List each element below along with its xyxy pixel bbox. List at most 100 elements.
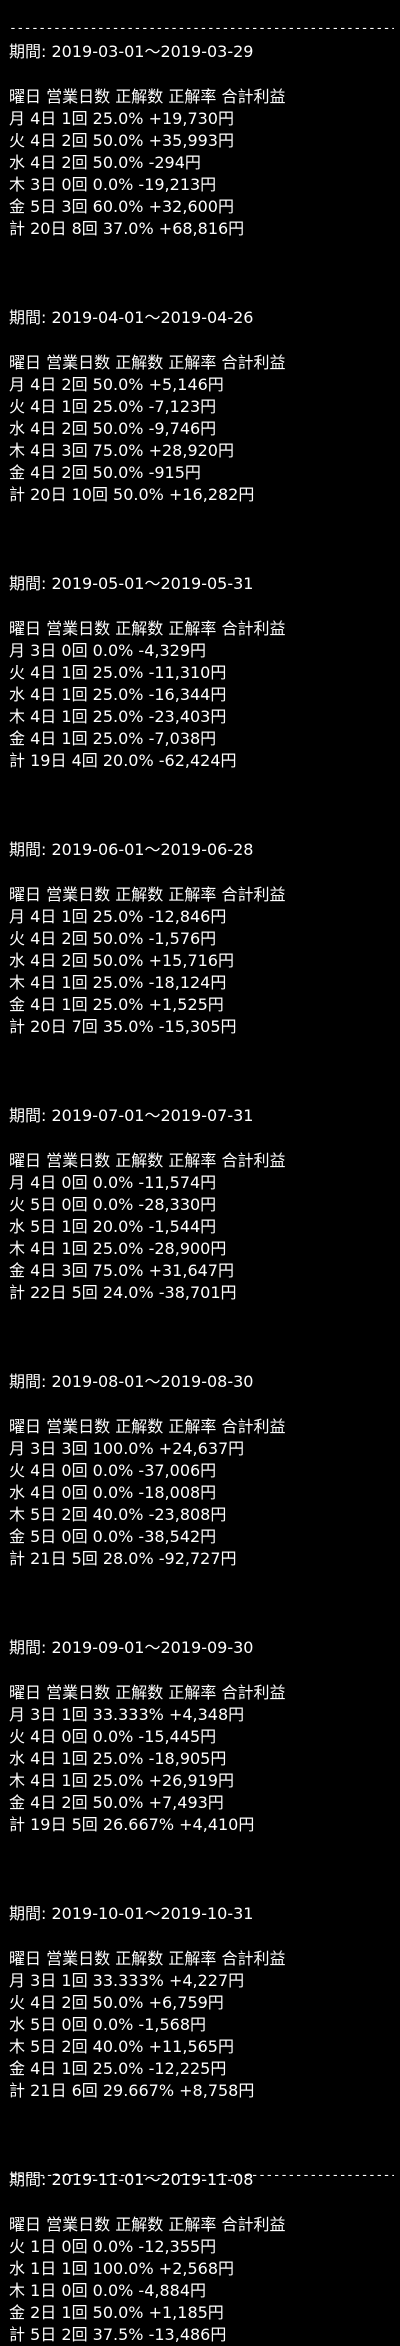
weekday-row: 水 4日 2回 50.0% +15,716円 xyxy=(9,950,394,972)
cell-accuracy-rate: 75.0% xyxy=(92,1261,144,1280)
period-label: 期間: xyxy=(9,840,47,859)
cell-correct-count: 2回 xyxy=(61,1993,88,2012)
cell-total-profit: +8,758円 xyxy=(179,2081,255,2100)
cell-total-profit: -38,542円 xyxy=(138,1527,217,1546)
cell-accuracy-rate: 100.0% xyxy=(92,2259,154,2278)
weekday-row: 金 4日 2回 50.0% +7,493円 xyxy=(9,1792,394,1814)
weekday-row: 火 4日 1回 25.0% -7,123円 xyxy=(9,396,394,418)
cell-accuracy-rate: 26.667% xyxy=(102,1815,175,1834)
column-header-accuracy-rate: 正解率 xyxy=(168,1949,217,1968)
cell-correct-count: 1回 xyxy=(61,397,88,416)
cell-correct-count: 7回 xyxy=(71,1017,98,1036)
cell-accuracy-rate: 25.0% xyxy=(92,995,144,1014)
cell-accuracy-rate: 25.0% xyxy=(92,1771,144,1790)
cell-weekday: 火 xyxy=(9,663,26,682)
cell-total-profit: -11,310円 xyxy=(148,663,227,682)
cell-accuracy-rate: 50.0% xyxy=(92,951,144,970)
cell-business-days: 4日 xyxy=(30,1483,57,1502)
cell-correct-count: 3回 xyxy=(61,197,88,216)
cell-weekday: 水 xyxy=(9,685,26,704)
cell-weekday: 水 xyxy=(9,951,26,970)
cell-total-profit: -7,123円 xyxy=(148,397,217,416)
column-header-weekday: 曜日 xyxy=(9,87,42,106)
cell-accuracy-rate: 25.0% xyxy=(92,729,144,748)
cell-correct-count: 0回 xyxy=(61,641,88,660)
cell-weekday: 木 xyxy=(9,2037,26,2056)
cell-accuracy-rate: 0.0% xyxy=(92,1461,134,1480)
cell-accuracy-rate: 24.0% xyxy=(102,1283,154,1302)
weekday-row: 火 4日 2回 50.0% +6,759円 xyxy=(9,1992,394,2014)
cell-total-profit: -38,701円 xyxy=(158,1283,237,1302)
top-divider: ----------------------------------------… xyxy=(9,21,394,36)
cell-business-days: 5日 xyxy=(30,1505,57,1524)
cell-correct-count: 3回 xyxy=(61,1261,88,1280)
cell-total-profit: -62,424円 xyxy=(158,751,237,770)
period-blocks: 期間: 2019-03-01～2019-03-29 曜日 営業日数 正解数 正解率 合計利… xyxy=(9,40,394,2346)
period-label: 期間: xyxy=(9,1372,47,1391)
weekday-row: 火 4日 0回 0.0% -37,006円 xyxy=(9,1460,394,1482)
cell-correct-count: 1回 xyxy=(61,1749,88,1768)
cell-accuracy-rate: 50.0% xyxy=(92,419,144,438)
cell-weekday: 月 xyxy=(9,109,26,128)
column-header-accuracy-rate: 正解率 xyxy=(168,2215,217,2234)
cell-weekday: 水 xyxy=(9,419,26,438)
cell-accuracy-rate: 20.0% xyxy=(102,751,154,770)
cell-correct-count: 1回 xyxy=(61,707,88,726)
cell-business-days: 4日 xyxy=(30,907,57,926)
cell-total-profit: -92,727円 xyxy=(158,1549,237,1568)
total-row: 計 22日 5回 24.0% -38,701円 xyxy=(9,1282,394,1304)
cell-weekday: 水 xyxy=(9,1749,26,1768)
cell-weekday: 計 xyxy=(9,2325,26,2344)
weekday-row: 月 3日 0回 0.0% -4,329円 xyxy=(9,640,394,662)
weekday-row: 月 3日 1回 33.333% +4,227円 xyxy=(9,1970,394,1992)
cell-weekday: 金 xyxy=(9,1527,26,1546)
column-header-business-days: 営業日数 xyxy=(46,1417,111,1436)
cell-correct-count: 1回 xyxy=(61,2059,88,2078)
column-header-business-days: 営業日数 xyxy=(46,885,111,904)
period-block: 期間: 2019-03-01～2019-03-29 曜日 営業日数 正解数 正解率 合計利… xyxy=(9,40,394,240)
cell-weekday: 火 xyxy=(9,1727,26,1746)
column-header-total-profit: 合計利益 xyxy=(221,1417,286,1436)
cell-total-profit: +5,146円 xyxy=(148,375,224,394)
period-label: 期間: xyxy=(9,1106,47,1125)
cell-correct-count: 1回 xyxy=(61,663,88,682)
cell-total-profit: +31,647円 xyxy=(148,1261,234,1280)
report-document: ----------------------------------------… xyxy=(9,18,394,2346)
total-row: 計 21日 5回 28.0% -92,727円 xyxy=(9,1548,394,1570)
cell-correct-count: 0回 xyxy=(61,1727,88,1746)
weekday-row: 火 4日 1回 25.0% -11,310円 xyxy=(9,662,394,684)
cell-business-days: 4日 xyxy=(30,685,57,704)
cell-total-profit: +1,525円 xyxy=(148,995,224,1014)
column-header-accuracy-rate: 正解率 xyxy=(168,1417,217,1436)
weekday-row: 木 4日 1回 25.0% +26,919円 xyxy=(9,1770,394,1792)
cell-business-days: 22日 xyxy=(30,1283,67,1302)
cell-correct-count: 1回 xyxy=(61,1771,88,1790)
period-range: 2019-04-01～2019-04-26 xyxy=(51,308,254,327)
cell-accuracy-rate: 50.0% xyxy=(92,2303,144,2322)
cell-accuracy-rate: 0.0% xyxy=(92,175,134,194)
cell-total-profit: -18,905円 xyxy=(148,1749,227,1768)
cell-weekday: 火 xyxy=(9,131,26,150)
cell-weekday: 月 xyxy=(9,641,26,660)
cell-weekday: 火 xyxy=(9,397,26,416)
total-row: 計 5日 2回 37.5% -13,486円 xyxy=(9,2324,394,2346)
cell-business-days: 5日 xyxy=(30,1217,57,1236)
cell-total-profit: +1,185円 xyxy=(148,2303,224,2322)
cell-business-days: 1日 xyxy=(30,2237,57,2256)
cell-business-days: 4日 xyxy=(30,419,57,438)
cell-correct-count: 1回 xyxy=(61,729,88,748)
period-range: 2019-08-01～2019-08-30 xyxy=(51,1372,254,1391)
column-header-weekday: 曜日 xyxy=(9,619,42,638)
weekday-row: 水 4日 1回 25.0% -18,905円 xyxy=(9,1748,394,1770)
cell-correct-count: 1回 xyxy=(61,1239,88,1258)
cell-accuracy-rate: 100.0% xyxy=(92,1439,154,1458)
cell-total-profit: -915円 xyxy=(148,463,201,482)
period-block: 期間: 2019-07-01～2019-07-31 曜日 営業日数 正解数 正解率 合計利… xyxy=(9,1104,394,1304)
weekday-row: 木 4日 3回 75.0% +28,920円 xyxy=(9,440,394,462)
cell-total-profit: -11,574円 xyxy=(138,1173,217,1192)
cell-accuracy-rate: 28.0% xyxy=(102,1549,154,1568)
cell-total-profit: -4,884円 xyxy=(138,2281,207,2300)
